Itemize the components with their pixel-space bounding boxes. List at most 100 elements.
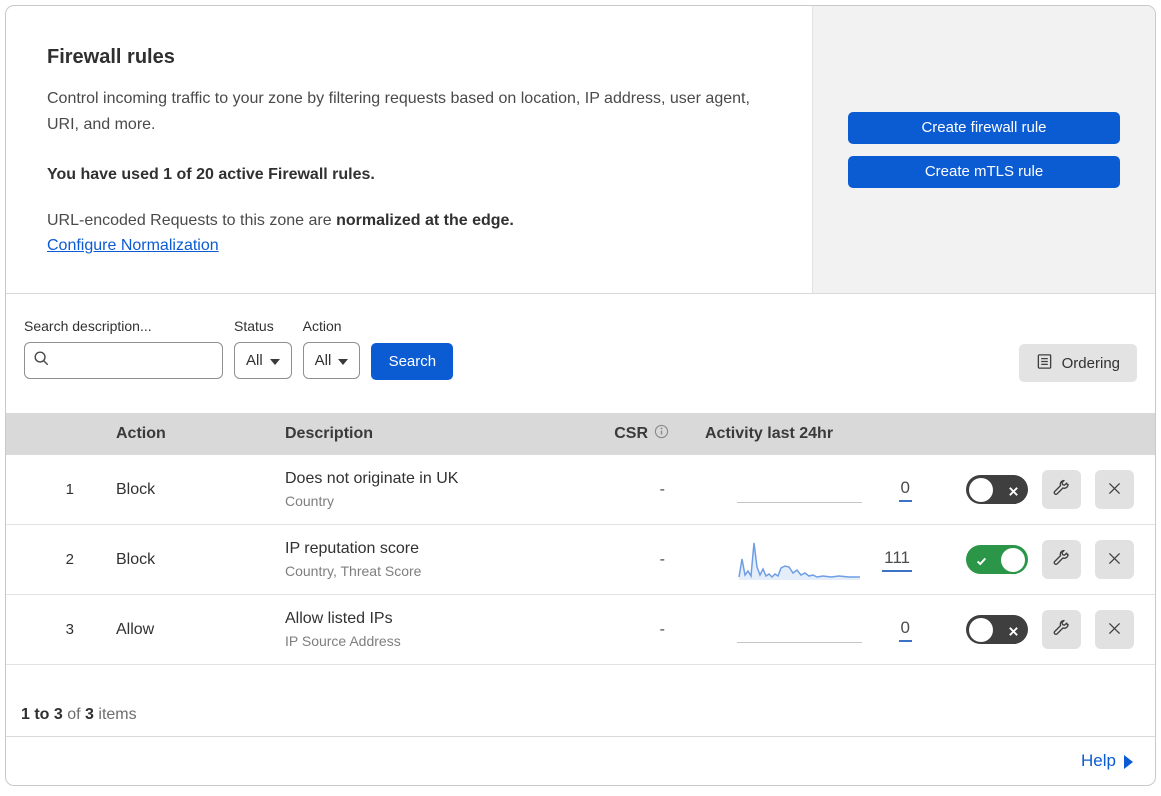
actions-panel: Create firewall rule Create mTLS rule: [812, 6, 1155, 293]
rule-priority: 3: [65, 621, 74, 638]
header-text-block: Firewall rules Control incoming traffic …: [6, 6, 812, 293]
activity-count-link[interactable]: 0: [898, 618, 912, 642]
toggle-knob: [969, 477, 993, 502]
search-input-box[interactable]: [24, 342, 223, 379]
caret-down-icon: [338, 358, 349, 365]
page-description: Control incoming traffic to your zone by…: [47, 90, 750, 133]
rule-csr-value: -: [659, 620, 665, 638]
table-row: 2 Block IP reputation score Country, Thr…: [6, 525, 1155, 595]
rule-activity-cell: 0: [685, 470, 916, 510]
status-label: Status: [234, 318, 274, 334]
column-description: Description: [285, 425, 374, 442]
check-icon: [975, 554, 988, 572]
rule-action: Allow: [116, 620, 155, 638]
rule-activity-cell: 111: [685, 540, 916, 580]
rule-priority: 2: [65, 551, 74, 568]
rule-criteria: Country: [285, 493, 335, 509]
search-button[interactable]: Search: [371, 343, 454, 380]
table-row: 1 Block Does not originate in UK Country…: [6, 455, 1155, 525]
rule-csr-value: -: [659, 550, 665, 568]
close-icon: [1106, 480, 1123, 500]
table-header: Action Description CSR Activity last 24h…: [6, 413, 1155, 455]
action-selected-value: All: [314, 352, 332, 369]
rule-action: Block: [116, 480, 156, 498]
ordering-button[interactable]: Ordering: [1018, 344, 1137, 382]
activity-count-link[interactable]: 0: [898, 478, 912, 502]
column-activity: Activity last 24hr: [705, 425, 834, 442]
search-icon: [33, 350, 50, 372]
column-action: Action: [116, 425, 166, 442]
activity-count-link[interactable]: 111: [882, 548, 912, 572]
edit-rule-button[interactable]: [1042, 610, 1081, 649]
triangle-right-icon: [1124, 755, 1133, 769]
action-label: Action: [302, 318, 342, 334]
search-label: Search description...: [24, 318, 152, 334]
caret-down-icon: [269, 358, 280, 365]
close-icon: [1106, 550, 1123, 570]
toggle-knob: [969, 617, 993, 642]
rule-criteria: IP Source Address: [285, 633, 401, 649]
search-input[interactable]: [57, 352, 214, 369]
table-row: 3 Allow Allow listed IPs IP Source Addre…: [6, 595, 1155, 665]
rule-controls: [916, 470, 1155, 509]
usage-line: You have used 1 of 20 active Firewall ru…: [47, 165, 375, 183]
items-total: 3: [85, 706, 94, 723]
status-selected-value: All: [246, 352, 263, 369]
rule-description: IP reputation score: [285, 540, 420, 557]
rule-csr-value: -: [659, 480, 665, 498]
activity-sparkline: [737, 540, 862, 580]
ordering-icon: [1036, 353, 1053, 374]
rule-description: Allow listed IPs: [285, 610, 393, 627]
activity-sparkline: [737, 470, 862, 510]
rule-description-cell: IP reputation score Country, Threat Scor…: [285, 540, 590, 579]
status-select[interactable]: All: [234, 342, 292, 379]
enable-toggle[interactable]: [966, 545, 1028, 574]
normalization-prefix: URL-encoded Requests to this zone are: [47, 211, 337, 229]
items-of: of: [67, 706, 81, 723]
action-filter-group: Action All: [302, 318, 361, 379]
column-csr-label: CSR: [614, 425, 648, 442]
create-firewall-rule-button[interactable]: Create firewall rule: [848, 111, 1120, 144]
status-filter-group: Status All: [234, 318, 292, 379]
enable-toggle[interactable]: [966, 475, 1028, 504]
cross-icon: [1008, 484, 1019, 502]
rule-description: Does not originate in UK: [285, 470, 459, 487]
rule-activity-cell: 0: [685, 610, 916, 650]
search-group: Search description...: [24, 318, 223, 379]
normalization-bold: normalized at the edge.: [336, 211, 514, 229]
rule-priority: 1: [65, 481, 74, 498]
delete-rule-button[interactable]: [1095, 470, 1134, 509]
rule-controls: [916, 610, 1155, 649]
delete-rule-button[interactable]: [1095, 610, 1134, 649]
action-select[interactable]: All: [302, 342, 361, 379]
column-csr: CSR: [590, 424, 685, 444]
help-label: Help: [1081, 751, 1116, 770]
close-icon: [1106, 620, 1123, 640]
rule-description-cell: Allow listed IPs IP Source Address: [285, 610, 590, 649]
toggle-knob: [1001, 547, 1025, 572]
wrench-icon: [1052, 479, 1071, 501]
configure-normalization-link[interactable]: Configure Normalization: [47, 237, 219, 255]
delete-rule-button[interactable]: [1095, 540, 1134, 579]
edit-rule-button[interactable]: [1042, 470, 1081, 509]
items-range: 1 to 3: [21, 706, 63, 723]
help-link[interactable]: Help: [1081, 751, 1133, 771]
rule-action: Block: [116, 550, 156, 568]
wrench-icon: [1052, 549, 1071, 571]
activity-sparkline: [737, 610, 862, 650]
create-mtls-rule-button[interactable]: Create mTLS rule: [848, 155, 1120, 188]
help-band: Help: [6, 736, 1155, 785]
ordering-button-label: Ordering: [1061, 354, 1120, 372]
enable-toggle[interactable]: [966, 615, 1028, 644]
firewall-rules-card: Firewall rules Control incoming traffic …: [5, 5, 1156, 786]
wrench-icon: [1052, 619, 1071, 641]
info-icon[interactable]: [654, 424, 669, 444]
cross-icon: [1008, 624, 1019, 642]
edit-rule-button[interactable]: [1042, 540, 1081, 579]
normalization-line: URL-encoded Requests to this zone are no…: [47, 212, 772, 230]
rule-description-cell: Does not originate in UK Country: [285, 470, 590, 509]
table-body: 1 Block Does not originate in UK Country…: [6, 455, 1155, 665]
items-count: 1 to 3 of 3 items: [6, 665, 1155, 736]
rule-criteria: Country, Threat Score: [285, 563, 422, 579]
filter-bar: Search description... Status All Action …: [6, 294, 1155, 413]
